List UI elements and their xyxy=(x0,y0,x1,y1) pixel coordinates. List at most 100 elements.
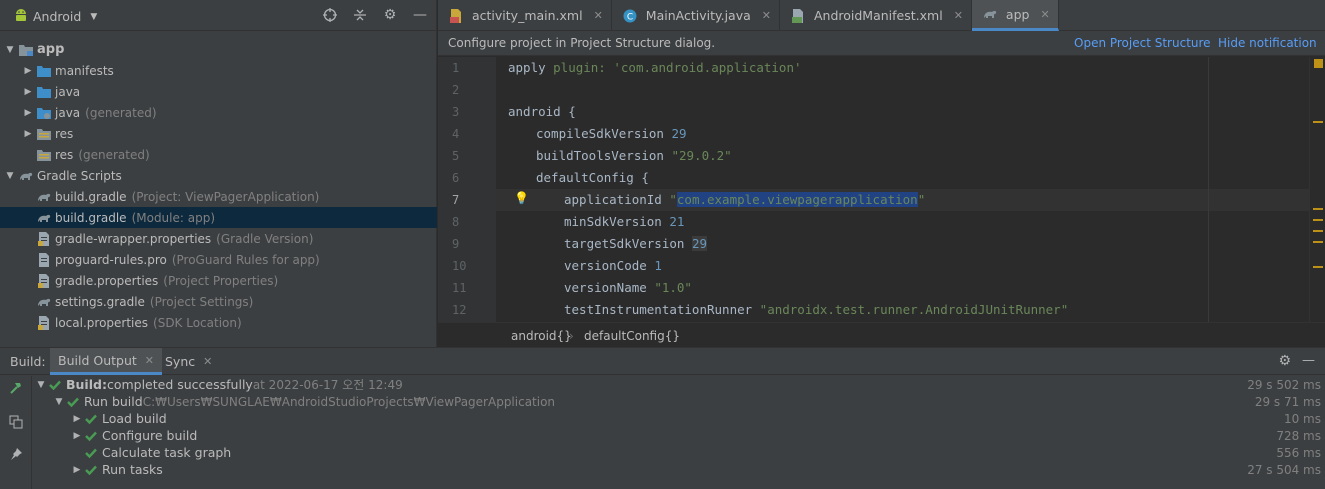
properties-icon xyxy=(36,315,52,331)
properties-icon xyxy=(36,231,52,247)
tree-item-java-generated[interactable]: ▶ java (generated) xyxy=(0,102,437,123)
code-line[interactable]: buildToolsVersion "29.0.2" xyxy=(536,145,732,167)
breadcrumb-item-defaultconfig[interactable]: defaultConfig{} xyxy=(584,329,680,343)
warning-marker[interactable] xyxy=(1313,208,1323,210)
tree-item-res[interactable]: ▶ res xyxy=(0,123,437,144)
right-margin-guide xyxy=(1208,57,1209,322)
tree-item-res-generated[interactable]: res (generated) xyxy=(0,144,437,165)
target-icon[interactable] xyxy=(321,6,339,24)
warning-status-icon[interactable] xyxy=(1314,59,1323,68)
tree-item-hint: (Project: ViewPagerApplication) xyxy=(131,189,320,204)
close-icon[interactable]: ✕ xyxy=(1040,8,1049,21)
expanded-arrow-icon[interactable]: ▼ xyxy=(34,380,48,390)
expanded-arrow-icon[interactable]: ▼ xyxy=(4,45,16,55)
run-tasks-row[interactable]: ▶ Run tasks 27 s 504 ms xyxy=(32,461,1325,478)
open-project-structure-link[interactable]: Open Project Structure xyxy=(1074,36,1211,50)
code-line[interactable]: compileSdkVersion 29 xyxy=(536,123,687,145)
gear-icon[interactable]: ⚙ xyxy=(381,6,399,24)
tree-item-java[interactable]: ▶ java xyxy=(0,81,437,102)
minimize-icon[interactable]: — xyxy=(1302,353,1315,368)
tree-item-proguard-rules[interactable]: proguard-rules.pro (ProGuard Rules for ap… xyxy=(0,249,437,270)
tree-item-settings-gradle[interactable]: settings.gradle (Project Settings) xyxy=(0,291,437,312)
build-step-text: Run build xyxy=(84,394,143,409)
gear-icon[interactable]: ⚙ xyxy=(1278,353,1291,369)
minimize-icon[interactable]: — xyxy=(411,6,429,24)
tree-item-build-gradle-project[interactable]: build.gradle (Project: ViewPagerApplicati… xyxy=(0,186,437,207)
expanded-arrow-icon[interactable]: ▼ xyxy=(4,171,16,181)
run-build-row[interactable]: ▼ Run build C:₩Users₩SUNGLAE₩AndroidStudi… xyxy=(32,393,1325,410)
editor-gutter: 1 2 3 4 5 6 7 8 9 10 11 12 xyxy=(438,57,508,322)
tree-item-gradle-wrapper-properties[interactable]: gradle-wrapper.properties (Gradle Version… xyxy=(0,228,437,249)
tree-item-app[interactable]: ▼ app xyxy=(0,39,437,60)
tree-item-manifests[interactable]: ▶ manifests xyxy=(0,60,437,81)
collapsed-arrow-icon[interactable]: ▶ xyxy=(70,431,84,441)
collapse-all-icon[interactable] xyxy=(351,6,369,24)
collapsed-arrow-icon[interactable]: ▶ xyxy=(70,414,84,424)
tree-item-label: build.gradle xyxy=(55,189,127,204)
code-line[interactable]: android { xyxy=(508,101,576,123)
build-step-text: Run tasks xyxy=(102,462,163,477)
svg-text:C: C xyxy=(627,12,633,22)
file-icon xyxy=(36,252,52,268)
build-step-duration: 29 s 502 ms xyxy=(1247,377,1321,392)
build-step-text: Configure build xyxy=(102,428,198,443)
project-view-selector[interactable]: Android ▼ xyxy=(14,8,97,25)
collapsed-arrow-icon[interactable]: ▶ xyxy=(70,465,84,475)
build-status-label: Build: xyxy=(66,377,107,392)
tree-item-hint: (Gradle Version) xyxy=(216,231,314,246)
build-step-duration: 556 ms xyxy=(1276,445,1321,460)
hammer-icon[interactable] xyxy=(8,380,24,396)
warning-marker[interactable] xyxy=(1313,266,1323,268)
configure-build-row[interactable]: ▶ Configure build 728 ms xyxy=(32,427,1325,444)
warning-marker[interactable] xyxy=(1313,121,1323,123)
build-status-row[interactable]: ▼ Build: completed successfully at 2022-0… xyxy=(32,376,1325,393)
calculate-task-graph-row[interactable]: Calculate task graph 556 ms xyxy=(32,444,1325,461)
tab-build-output[interactable]: Build Output ✕ xyxy=(50,348,162,375)
tree-item-build-gradle-module[interactable]: build.gradle (Module: app) xyxy=(0,207,437,228)
collapsed-arrow-icon[interactable]: ▶ xyxy=(22,87,34,97)
tree-item-gradle-scripts[interactable]: ▼ Gradle Scripts xyxy=(0,165,437,186)
collapsed-arrow-icon[interactable]: ▶ xyxy=(22,129,34,139)
code-line[interactable]: versionCode 1 xyxy=(564,255,662,277)
close-icon[interactable]: ✕ xyxy=(762,9,771,22)
close-icon[interactable]: ✕ xyxy=(203,355,212,368)
warning-marker[interactable] xyxy=(1313,219,1323,221)
tree-item-hint: (SDK Location) xyxy=(153,315,242,330)
code-editor[interactable]: apply plugin: 'com.android.application' a… xyxy=(496,57,1309,322)
lightbulb-icon[interactable]: 💡 xyxy=(514,191,529,205)
code-token: android { xyxy=(508,104,576,119)
code-line[interactable]: targetSdkVersion 29 xyxy=(564,233,707,255)
editor-tab-androidmanifest-xml[interactable]: AndroidManifest.xml ✕ xyxy=(780,0,972,31)
build-step-duration: 27 s 504 ms xyxy=(1247,462,1321,477)
success-check-icon xyxy=(48,378,61,391)
editor-tab-mainactivity-java[interactable]: C MainActivity.java ✕ xyxy=(612,0,780,31)
editor-tab-app[interactable]: app ✕ xyxy=(971,0,1059,31)
code-line[interactable]: applicationId "com.example.viewpagerappl… xyxy=(564,189,925,211)
collapsed-arrow-icon[interactable]: ▶ xyxy=(22,66,34,76)
error-stripe[interactable] xyxy=(1309,57,1325,322)
toggle-view-icon[interactable] xyxy=(8,414,24,430)
code-line[interactable]: testInstrumentationRunner "androidx.test… xyxy=(564,299,1068,321)
collapsed-arrow-icon[interactable]: ▶ xyxy=(22,108,34,118)
close-icon[interactable]: ✕ xyxy=(594,9,603,22)
tab-sync[interactable]: Sync ✕ xyxy=(157,348,220,375)
expanded-arrow-icon[interactable]: ▼ xyxy=(52,397,66,407)
hide-notification-link[interactable]: Hide notification xyxy=(1218,36,1317,50)
code-line[interactable]: defaultConfig { xyxy=(536,167,649,189)
warning-marker[interactable] xyxy=(1313,230,1323,232)
tree-item-gradle-properties[interactable]: gradle.properties (Project Properties) xyxy=(0,270,437,291)
pin-icon[interactable] xyxy=(8,446,24,462)
warning-marker[interactable] xyxy=(1313,241,1323,243)
breadcrumb-separator-icon: › xyxy=(569,329,574,343)
close-icon[interactable]: ✕ xyxy=(954,9,963,22)
load-build-row[interactable]: ▶ Load build 10 ms xyxy=(32,410,1325,427)
notification-message: Configure project in Project Structure d… xyxy=(448,36,716,50)
xml-layout-icon xyxy=(448,8,464,24)
code-line[interactable]: apply plugin: 'com.android.application' xyxy=(508,57,802,79)
editor-tab-activity-main-xml[interactable]: activity_main.xml ✕ xyxy=(438,0,612,31)
tree-item-local-properties[interactable]: local.properties (SDK Location) xyxy=(0,312,437,333)
code-line[interactable]: minSdkVersion 21 xyxy=(564,211,684,233)
close-icon[interactable]: ✕ xyxy=(145,354,154,367)
breadcrumb-item-android[interactable]: android{} xyxy=(511,329,572,343)
code-line[interactable]: versionName "1.0" xyxy=(564,277,692,299)
